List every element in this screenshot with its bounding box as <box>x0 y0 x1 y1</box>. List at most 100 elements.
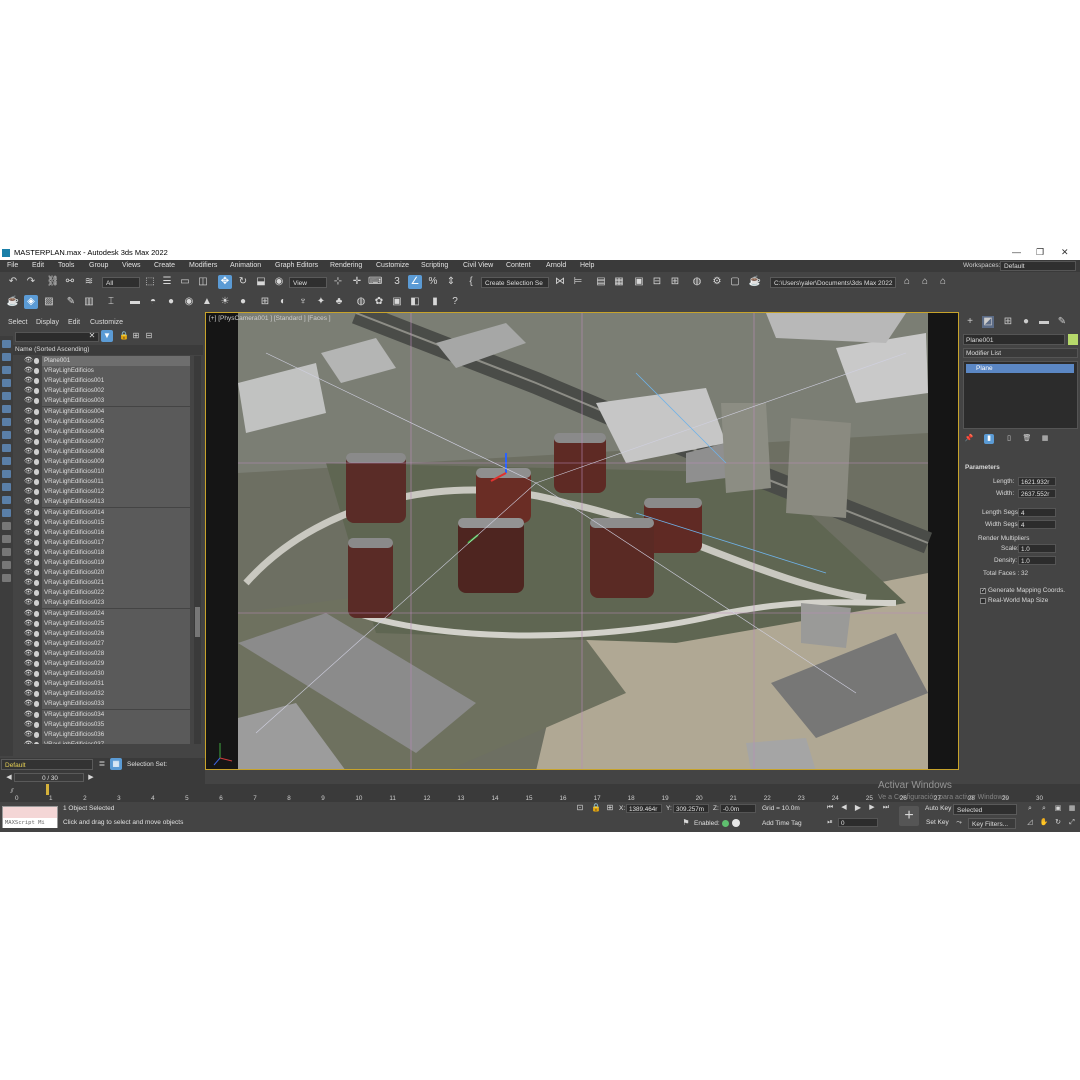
snap-icon[interactable]: ⌶ <box>104 295 118 309</box>
filter-toggle-icon[interactable]: ▼ <box>101 330 113 342</box>
visibility-eye-icon[interactable]: 👁 <box>24 508 33 518</box>
help-icon[interactable]: ? <box>448 295 462 309</box>
frame-slider[interactable]: 0 / 30 <box>14 773 84 782</box>
visibility-eye-icon[interactable]: 👁 <box>24 437 33 447</box>
light-bulb-icon[interactable] <box>34 549 39 556</box>
make-unique-icon[interactable]: ▯ <box>1004 434 1014 444</box>
add-time-tag[interactable]: Add Time Tag <box>762 820 802 827</box>
plant-icon[interactable]: ♣ <box>332 295 346 309</box>
visibility-eye-icon[interactable]: 👁 <box>24 558 33 568</box>
time-tag-icon[interactable]: ⚑ <box>680 817 692 829</box>
align-icon[interactable]: ⊨ <box>571 275 585 289</box>
scene-object-row[interactable]: 👁 VRayLighEdificios015 <box>13 517 193 528</box>
project-save-icon[interactable]: ⌂ <box>936 275 950 289</box>
light-sphere-icon[interactable]: ● <box>236 295 250 309</box>
color-palette-icon[interactable]: ✿ <box>372 295 386 309</box>
chart-icon[interactable]: ▮ <box>428 295 442 309</box>
object-name-field[interactable]: Plane001 <box>963 334 1065 345</box>
scene-list-scrollbar[interactable] <box>194 356 201 744</box>
fur-icon[interactable]: ♆ <box>296 295 310 309</box>
x-coordinate-field[interactable]: 1389.464r <box>626 804 662 813</box>
visibility-eye-icon[interactable]: 👁 <box>24 588 33 598</box>
key-mode-icon[interactable]: ⏯ <box>824 817 836 829</box>
viewport-label[interactable]: [+] [PhysCamera001 ] [Standard ] [Faces … <box>209 315 331 322</box>
display-hidden-icon[interactable] <box>2 496 11 504</box>
y-coordinate-field[interactable]: 309.257m <box>673 804 709 813</box>
se-menu-edit[interactable]: Edit <box>68 319 80 326</box>
visibility-eye-icon[interactable]: 👁 <box>24 396 33 406</box>
light-bulb-icon[interactable] <box>34 378 39 385</box>
visibility-eye-icon[interactable]: 👁 <box>24 699 33 709</box>
mirror-icon[interactable]: ⋈ <box>553 275 567 289</box>
scene-object-row[interactable]: 👁 VRayLighEdificios <box>13 366 193 377</box>
key-tangent-icon[interactable]: ⤳ <box>953 817 965 829</box>
slider-next-icon[interactable]: ▶ <box>86 772 96 783</box>
menu-graph-editors[interactable]: Graph Editors <box>275 262 318 269</box>
visibility-eye-icon[interactable]: 👁 <box>24 730 33 740</box>
light-bulb-icon[interactable] <box>34 459 39 465</box>
menu-views[interactable]: Views <box>122 262 141 269</box>
modifier-list-dropdown[interactable]: Modifier List <box>963 348 1078 358</box>
render-setup-icon[interactable]: ⚙ <box>710 275 724 289</box>
set-key-button[interactable]: Set Key <box>926 819 949 826</box>
zoom-all-icon[interactable]: ⌕ <box>1038 803 1050 815</box>
display-xrefs-icon[interactable] <box>2 444 11 452</box>
scene-list-scroll-thumb[interactable] <box>195 607 200 637</box>
visibility-eye-icon[interactable]: 👁 <box>24 518 33 528</box>
find-icon[interactable] <box>2 548 11 556</box>
create-tab-icon[interactable]: + <box>964 316 976 328</box>
visibility-eye-icon[interactable]: 👁 <box>24 578 33 588</box>
pivot-center-icon[interactable]: ⊹ <box>331 275 345 289</box>
visibility-eye-icon[interactable]: 👁 <box>24 538 33 548</box>
scene-object-row[interactable]: 👁 VRayLighEdificios031 <box>13 679 193 690</box>
scene-object-row[interactable]: 👁 VRayLighEdificios029 <box>13 659 193 669</box>
scene-object-row[interactable]: 👁 VRayLighEdificios026 <box>13 628 193 639</box>
light-bulb-icon[interactable] <box>34 590 39 597</box>
scene-explorer-icon[interactable]: ▤ <box>594 275 608 289</box>
display-lights-icon[interactable] <box>2 379 11 387</box>
display-containers-icon[interactable] <box>2 470 11 478</box>
scene-object-row[interactable]: 👁 VRayLighEdificios003 <box>13 396 193 407</box>
light-bulb-icon[interactable] <box>34 519 39 526</box>
play-icon[interactable]: ▶ <box>852 802 864 814</box>
next-frame-icon[interactable]: ▶ <box>866 802 878 814</box>
real-world-map-checkbox[interactable] <box>980 598 986 604</box>
visibility-eye-icon[interactable]: 👁 <box>24 427 33 437</box>
light-bulb-icon[interactable] <box>34 469 39 476</box>
visibility-eye-icon[interactable]: 👁 <box>24 619 33 629</box>
box-icon[interactable]: ▬ <box>128 295 142 309</box>
display-cameras-icon[interactable] <box>2 392 11 400</box>
generate-mapping-checkbox[interactable]: ✓ <box>980 588 986 594</box>
menu-modifiers[interactable]: Modifiers <box>189 262 217 269</box>
scene-object-row[interactable]: 👁 VRayLighEdificios025 <box>13 618 193 629</box>
visibility-eye-icon[interactable]: 👁 <box>24 467 33 477</box>
quick-access-icon[interactable]: ▥ <box>82 295 96 309</box>
viewport[interactable]: [+] [PhysCamera001 ] [Standard ] [Faces … <box>205 312 959 770</box>
selection-filter-dropdown[interactable]: All <box>102 277 140 288</box>
scene-object-row[interactable]: 👁 VRayLighEdificios032 <box>13 689 193 700</box>
orbit-icon[interactable]: ↻ <box>1052 817 1064 829</box>
light-bulb-icon[interactable] <box>34 509 39 516</box>
light-bulb-icon[interactable] <box>34 570 39 577</box>
previous-frame-icon[interactable]: ◀ <box>838 802 850 814</box>
render-production-icon[interactable]: ☕ <box>748 275 762 289</box>
visibility-eye-icon[interactable]: 👁 <box>24 386 33 396</box>
lock-cell-icon[interactable]: 🔒 <box>119 330 129 342</box>
motion-tab-icon[interactable]: ● <box>1020 316 1032 328</box>
image-icon[interactable]: ▨ <box>42 295 56 309</box>
visibility-eye-icon[interactable]: 👁 <box>24 487 33 497</box>
light-bulb-icon[interactable] <box>34 418 39 425</box>
menu-help[interactable]: Help <box>580 262 594 269</box>
selection-lock-icon[interactable]: 🔒 <box>590 802 602 814</box>
project-path-dropdown[interactable]: C:\Users\yaler\Documents\3ds Max 2022 <box>770 277 896 288</box>
visibility-eye-icon[interactable]: 👁 <box>24 740 33 744</box>
clear-search-icon[interactable]: ✕ <box>87 330 97 342</box>
scene-object-row[interactable]: 👁 VRayLighEdificios006 <box>13 426 193 437</box>
rollout-title[interactable]: Parameters <box>965 464 1000 471</box>
light-bulb-icon[interactable] <box>34 741 39 744</box>
display-helpers-icon[interactable] <box>2 405 11 413</box>
visibility-eye-icon[interactable]: 👁 <box>24 417 33 427</box>
width-segs-spinner[interactable]: 4 <box>1018 520 1056 529</box>
teapot-icon[interactable]: ☕ <box>6 295 20 309</box>
scene-object-row[interactable]: 👁 VRayLighEdificios013 <box>13 497 193 508</box>
